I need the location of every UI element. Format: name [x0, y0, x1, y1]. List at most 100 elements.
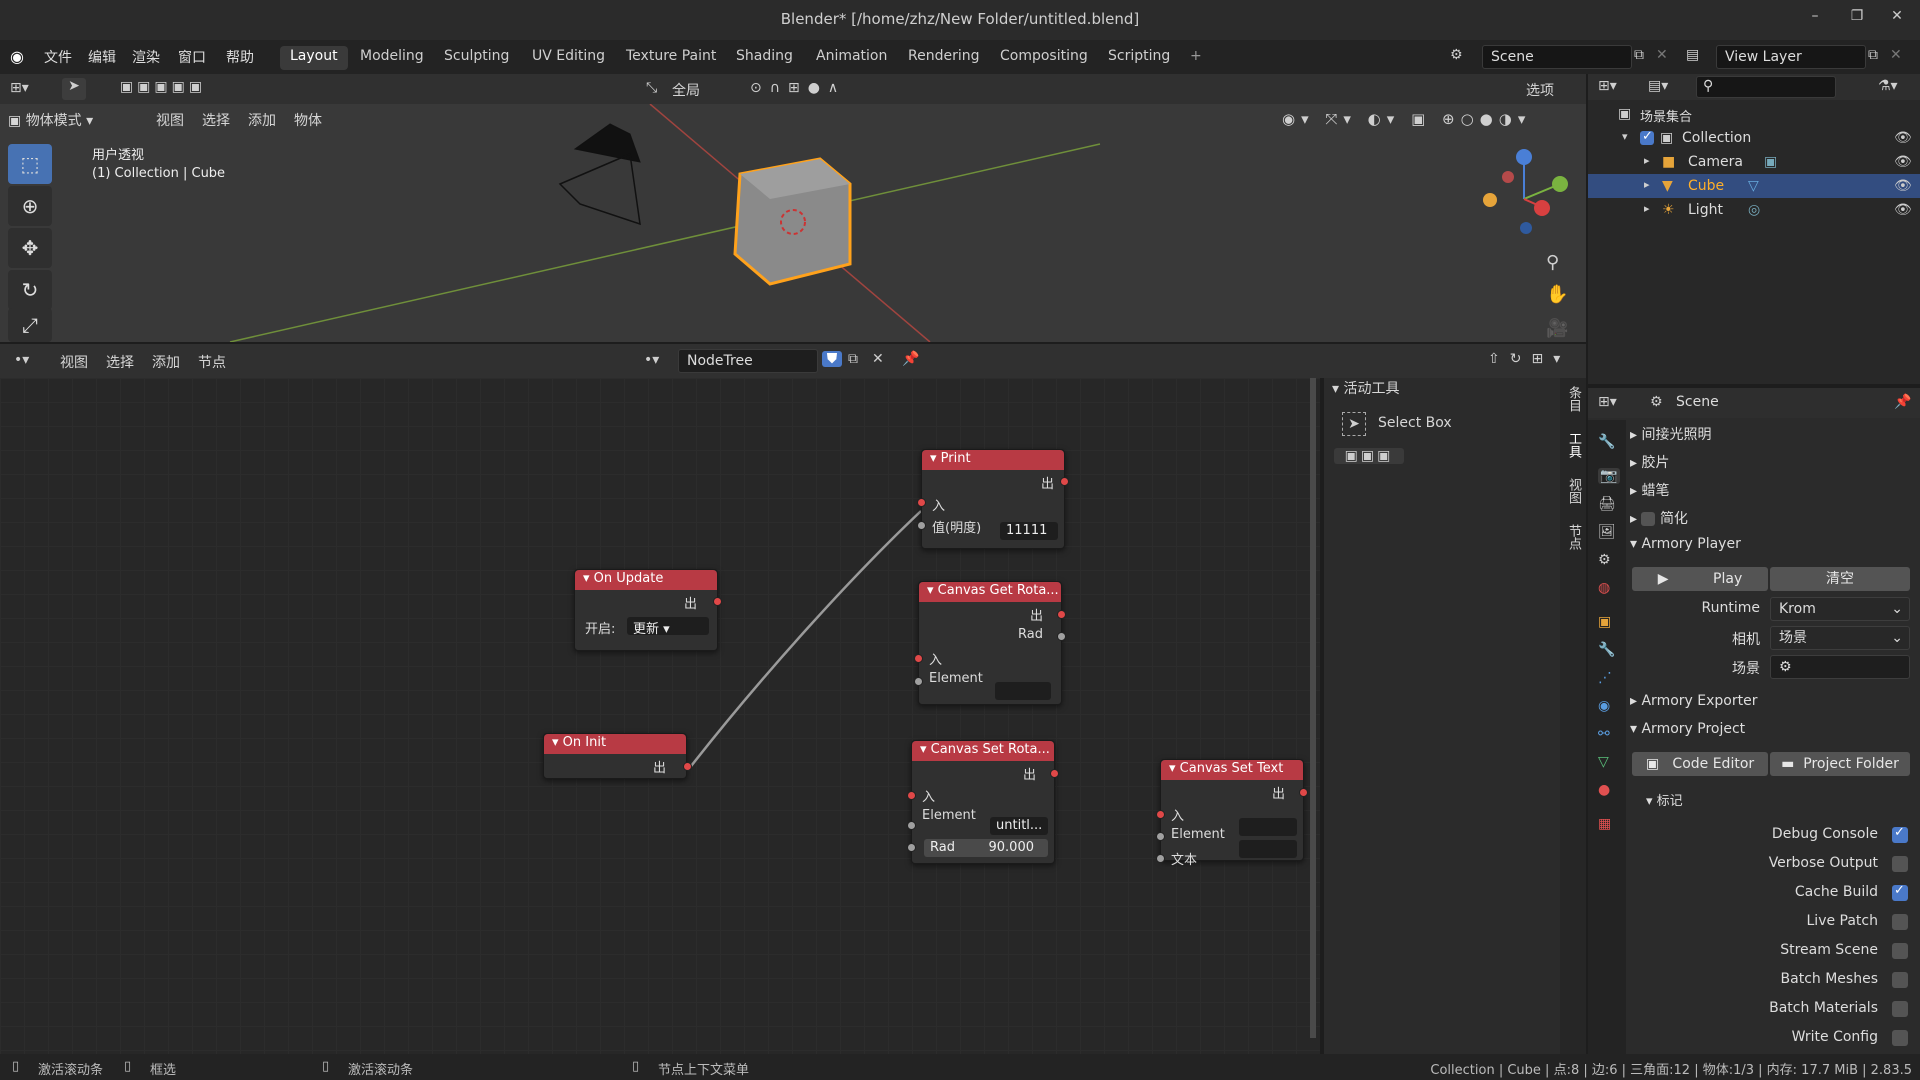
clear-button[interactable]: 清空: [1770, 567, 1910, 591]
outliner-search-input[interactable]: ⚲: [1696, 76, 1836, 98]
section-simplify[interactable]: ▸ 简化: [1630, 508, 1688, 528]
node-print-in-socket[interactable]: [917, 498, 926, 507]
tab-tool[interactable]: 工具: [1564, 432, 1583, 458]
node-get-rot-out-socket[interactable]: [1057, 610, 1066, 619]
camera-select[interactable]: 场景 ⌄: [1770, 626, 1910, 650]
light-expand-icon[interactable]: ▸: [1644, 202, 1650, 215]
camera-view-icon[interactable]: 🎥: [1546, 318, 1568, 339]
simplify-checkbox[interactable]: [1641, 512, 1656, 526]
outliner-item-light[interactable]: Light: [1688, 202, 1723, 218]
delete-view-layer-icon[interactable]: ✕: [1890, 47, 1902, 63]
flag-checkbox[interactable]: [1892, 972, 1908, 988]
tab-item[interactable]: 条目: [1564, 386, 1583, 412]
material-tab-icon[interactable]: ●: [1598, 782, 1610, 798]
viewport-shading-icons[interactable]: ◉▾ ⤧▾ ◐▾ ▣ ⊕○●◑▾: [1282, 110, 1531, 128]
scene-selector[interactable]: Scene: [1482, 45, 1632, 69]
cube-eye-icon[interactable]: 👁: [1894, 178, 1912, 194]
node-get-rot-in-socket[interactable]: [914, 654, 923, 663]
tab-node[interactable]: 节点: [1564, 524, 1583, 550]
menu-edit[interactable]: 编辑: [88, 47, 116, 67]
viewport-menu-add[interactable]: 添加: [248, 110, 276, 130]
node-get-rot-element-field[interactable]: [995, 682, 1051, 700]
tab-scripting[interactable]: Scripting: [1098, 46, 1180, 70]
duplicate-tree-icon[interactable]: ⧉: [848, 351, 858, 367]
transform-orientation-icon[interactable]: ⤡: [646, 80, 657, 96]
menu-file[interactable]: 文件: [44, 47, 72, 67]
section-film[interactable]: ▸ 胶片: [1630, 452, 1669, 472]
world-tab-icon[interactable]: ◍: [1598, 580, 1610, 596]
code-editor-button[interactable]: ▣ Code Editor: [1632, 752, 1768, 776]
node-on-init-title[interactable]: ▾ On Init: [544, 734, 686, 754]
move-tool-icon[interactable]: ✥: [8, 228, 52, 268]
data-tab-icon[interactable]: ▽: [1598, 754, 1609, 770]
node-set-rot-element-socket[interactable]: [907, 821, 916, 830]
modifier-tab-icon[interactable]: 🔧: [1598, 642, 1615, 658]
view-layer-icon[interactable]: ▤: [1686, 47, 1699, 63]
add-workspace-button[interactable]: +: [1180, 46, 1212, 70]
tab-compositing[interactable]: Compositing: [990, 46, 1098, 70]
node-menu-select[interactable]: 选择: [106, 352, 134, 372]
close-button[interactable]: ✕: [1882, 8, 1912, 32]
tab-view[interactable]: 视图: [1564, 478, 1583, 504]
outliner-item-cube[interactable]: Cube: [1688, 178, 1724, 194]
section-armory-exporter[interactable]: ▸ Armory Exporter: [1630, 693, 1757, 709]
selection-mode-buttons[interactable]: ▣▣▣: [1334, 448, 1404, 464]
tab-animation[interactable]: Animation: [806, 46, 897, 70]
fake-user-shield-icon[interactable]: ⛊: [822, 351, 842, 367]
section-flags[interactable]: ▾ 标记: [1646, 790, 1683, 809]
editor-type-icon[interactable]: ⊞▾: [10, 80, 29, 96]
pin-icon[interactable]: 📌: [902, 351, 919, 367]
node-print[interactable]: ▾ Print 出 入 值(明度) 11111: [917, 449, 1069, 549]
flag-checkbox[interactable]: [1892, 1030, 1908, 1046]
node-canvas-set-text[interactable]: ▾ Canvas Set Text 出 入 Element 文本: [1156, 759, 1308, 868]
node-menu-view[interactable]: 视图: [60, 352, 88, 372]
tab-texture-paint[interactable]: Texture Paint: [616, 46, 726, 70]
node-header-right-icons[interactable]: ⇧↻⊞▾: [1488, 351, 1570, 367]
cursor-tool-icon[interactable]: ⊕: [8, 186, 52, 226]
render-tab-icon[interactable]: 📷: [1598, 468, 1620, 484]
node-print-value-socket[interactable]: [917, 521, 926, 530]
node-set-rot-element-field[interactable]: untitl...: [990, 817, 1048, 835]
node-editor-canvas[interactable]: ▾ Print 出 入 值(明度) 11111 ▾ On Update 出 开启…: [0, 378, 1320, 1054]
tool-tab-icon[interactable]: 🔧: [1598, 434, 1615, 450]
collection-expand-icon[interactable]: ▾: [1622, 130, 1628, 143]
scale-tool-icon[interactable]: ⤢: [8, 308, 52, 342]
node-menu-node[interactable]: 节点: [198, 352, 226, 372]
node-on-update[interactable]: ▾ On Update 出 开启: 更新 ▾: [574, 569, 722, 651]
menu-window[interactable]: 窗口: [178, 47, 206, 67]
node-set-rot-title[interactable]: ▾ Canvas Set Rota...: [912, 741, 1054, 761]
particles-tab-icon[interactable]: ⋰: [1598, 670, 1612, 686]
flag-checkbox[interactable]: [1892, 825, 1908, 843]
light-eye-icon[interactable]: 👁: [1894, 202, 1912, 218]
viewport-menu-view[interactable]: 视图: [156, 110, 184, 130]
display-mode-icon[interactable]: ▤▾: [1648, 78, 1668, 94]
camera-expand-icon[interactable]: ▸: [1644, 154, 1650, 167]
collection-label[interactable]: Collection: [1682, 130, 1751, 146]
section-grease-pencil[interactable]: ▸ 蜡笔: [1630, 480, 1669, 500]
viewport-menu-object[interactable]: 物体: [294, 110, 322, 130]
mesh-data-icon[interactable]: ▽: [1748, 178, 1759, 194]
node-get-rot-title[interactable]: ▾ Canvas Get Rota...: [919, 582, 1061, 602]
new-scene-icon[interactable]: ⧉: [1634, 47, 1644, 63]
tab-modeling[interactable]: Modeling: [350, 46, 434, 70]
section-armory-project[interactable]: ▾ Armory Project: [1630, 721, 1745, 737]
node-print-title[interactable]: ▾ Print: [922, 450, 1064, 470]
collection-checkbox[interactable]: [1640, 129, 1654, 145]
section-armory-player[interactable]: ▾ Armory Player: [1630, 536, 1741, 552]
outliner-item-camera[interactable]: Camera: [1688, 154, 1743, 170]
object-mode-select[interactable]: ▣ 物体模式 ▾: [8, 110, 156, 132]
scene-field[interactable]: ⚙: [1770, 655, 1910, 679]
rotate-tool-icon[interactable]: ↻: [8, 270, 52, 310]
node-on-init-out-socket[interactable]: [683, 762, 692, 771]
scene-icon[interactable]: ⚙: [1450, 47, 1463, 63]
node-print-out-socket[interactable]: [1060, 477, 1069, 486]
viewport-menu-select[interactable]: 选择: [202, 110, 230, 130]
node-canvas-get-rotation[interactable]: ▾ Canvas Get Rota... 出 Rad 入 Element: [914, 581, 1066, 705]
flag-checkbox[interactable]: [1892, 914, 1908, 930]
maximize-button[interactable]: ❐: [1842, 8, 1872, 32]
tab-uv-editing[interactable]: UV Editing: [522, 46, 615, 70]
camera-eye-icon[interactable]: 👁: [1894, 154, 1912, 170]
node-editor-type-icon[interactable]: •▾: [14, 352, 29, 368]
camera-data-icon[interactable]: ▣: [1764, 154, 1777, 170]
new-view-layer-icon[interactable]: ⧉: [1868, 47, 1878, 63]
